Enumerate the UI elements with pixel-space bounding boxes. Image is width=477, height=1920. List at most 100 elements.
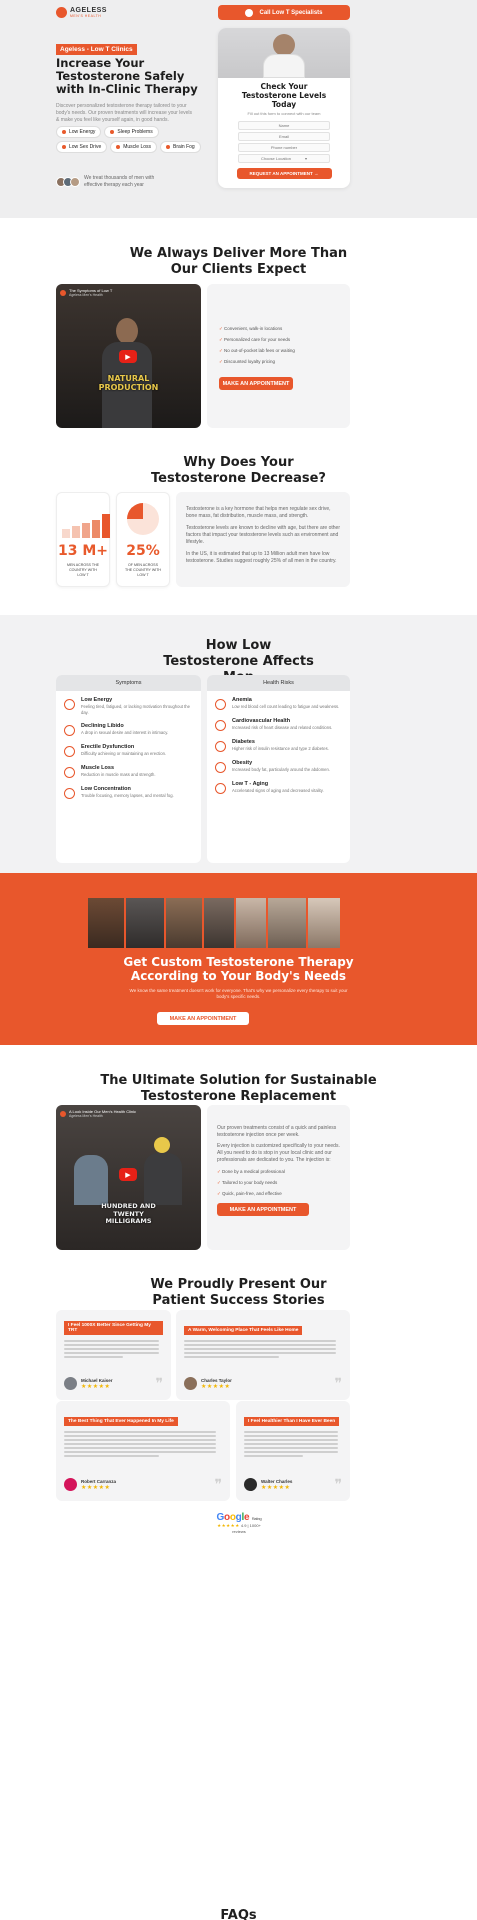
reviewer-name: Walter Charles bbox=[261, 1478, 293, 1484]
play-button[interactable]: ▶ bbox=[119, 350, 137, 363]
video-caption: NATURAL PRODUCTION bbox=[98, 374, 159, 392]
clinic-photo bbox=[308, 898, 340, 948]
deliver-title: We Always Deliver More Than Our Clients … bbox=[129, 246, 348, 277]
brand-logo[interactable]: AGELESS MEN'S HEALTH bbox=[56, 7, 107, 18]
google-logo: Google Rating bbox=[216, 1512, 262, 1523]
social-proof-text: We treat thousands of men with effective… bbox=[84, 175, 155, 188]
story-headline: A Warm, Welcoming Place That Feels Like … bbox=[184, 1326, 303, 1335]
symptom-item: Low Concentration Trouble focusing, memor… bbox=[64, 786, 193, 799]
clinic-photo bbox=[88, 898, 124, 948]
ultimate-video[interactable]: A Look Inside Our Men's Health Clinic Ag… bbox=[56, 1105, 201, 1250]
quote-icon: ❞ bbox=[155, 1375, 163, 1391]
avatar-group bbox=[56, 177, 80, 187]
call-button-label: Call Low T Specialists bbox=[259, 9, 323, 16]
why-paragraph-1: Testosterone is a key hormone that helps… bbox=[186, 506, 331, 519]
avatar bbox=[244, 1478, 257, 1491]
symptom-icon bbox=[64, 746, 75, 757]
deliver-cta-button[interactable]: MAKE AN APPOINTMENT bbox=[219, 377, 293, 390]
stories-section: We Proudly Present Our Patient Success S… bbox=[0, 1260, 477, 1545]
item-description: Reduction in muscle mass and strength. bbox=[81, 772, 156, 777]
risk-item: Obesity Increased body fat, particularly … bbox=[215, 760, 342, 773]
stat-1-value: 13 M+ bbox=[57, 543, 109, 559]
story-body bbox=[64, 1340, 163, 1358]
symptoms-header: Symptoms bbox=[56, 675, 201, 691]
ultimate-check-item: ✓ Tailored to your body needs bbox=[217, 1180, 278, 1185]
ultimate-intro: Our proven treatments consist of a quick… bbox=[217, 1125, 337, 1138]
why-paragraph-3: In the US, it is estimated that up to 13… bbox=[186, 551, 337, 564]
item-description: Difficulty achieving or maintaining an e… bbox=[81, 751, 167, 756]
hero-section: AGELESS MEN'S HEALTH Call Low T Speciali… bbox=[0, 0, 477, 218]
affects-section: How Low Testosterone Affects Men Symptom… bbox=[0, 615, 477, 873]
avatar bbox=[64, 1377, 77, 1390]
item-description: Trouble focusing, memory lapses, and men… bbox=[81, 793, 174, 798]
benefit-item: ✓ Personalized care for your needs bbox=[219, 337, 291, 342]
call-button[interactable]: Call Low T Specialists bbox=[218, 5, 350, 20]
chip-muscle: Muscle Loss bbox=[110, 141, 158, 153]
quote-icon: ❞ bbox=[334, 1375, 342, 1391]
form-hero-image bbox=[218, 28, 350, 78]
item-name: Diabetes bbox=[232, 739, 255, 745]
benefit-item: ✓ Discounted loyalty pricing bbox=[219, 359, 276, 364]
item-name: Declining Libido bbox=[81, 723, 124, 729]
chevron-down-icon: ▾ bbox=[305, 156, 308, 161]
story-headline: The Best Thing That Ever Happened In My … bbox=[64, 1417, 178, 1426]
avatar bbox=[184, 1377, 197, 1390]
item-description: Higher risk of insulin resistance and ty… bbox=[232, 746, 329, 751]
risk-item: Low T - Aging Accelerated signs of aging … bbox=[215, 781, 342, 794]
google-rating[interactable]: Google Rating ★★★★★ 4.9 | 1000+ reviews bbox=[210, 1512, 268, 1534]
clinic-photo bbox=[236, 898, 266, 948]
benefit-list: ✓ Convenient, walk-in locations ✓ Person… bbox=[219, 326, 295, 370]
hero-title: Increase Your Testosterone Safely with I… bbox=[56, 56, 198, 96]
item-name: Cardiovascular Health bbox=[232, 718, 291, 724]
submit-button[interactable]: REQUEST AN APPOINTMENT → bbox=[236, 168, 332, 179]
custom-cta-button[interactable]: MAKE AN APPOINTMENT bbox=[157, 1012, 249, 1025]
item-description: Accelerated signs of aging and decreased… bbox=[232, 788, 324, 793]
symptom-item: Muscle Loss Reduction in muscle mass and … bbox=[64, 765, 193, 778]
bar-graphic bbox=[62, 514, 110, 538]
play-button[interactable]: ▶ bbox=[119, 1168, 137, 1181]
clinic-photo bbox=[166, 898, 202, 948]
email-field[interactable] bbox=[238, 132, 330, 141]
ultimate-cta-button[interactable]: MAKE AN APPOINTMENT bbox=[217, 1203, 309, 1216]
deliver-video[interactable]: The Symptoms of Low T Ageless Men's Heal… bbox=[56, 284, 201, 428]
form-subtitle: Fill out this form to connect with our t… bbox=[247, 111, 321, 116]
video-caption: HUNDRED AND TWENTY MILLIGRAMS bbox=[101, 1202, 156, 1225]
risk-icon bbox=[215, 783, 226, 794]
deliver-benefits-card: ✓ Convenient, walk-in locations ✓ Person… bbox=[207, 284, 350, 428]
why-text-card: Testosterone is a key hormone that helps… bbox=[176, 492, 350, 587]
ultimate-intro-2: Every injection is customized specifical… bbox=[217, 1143, 340, 1163]
symptom-icon bbox=[64, 725, 75, 736]
rating-stars: ★★★★★ bbox=[217, 1523, 240, 1528]
reviewer-name: Robert Carranza bbox=[81, 1478, 117, 1484]
hero-badge: Ageless - Low T Clinics bbox=[56, 44, 137, 55]
risks-header: Health Risks bbox=[207, 675, 350, 691]
benefit-item: ✓ No out-of-pocket lab fees or waiting bbox=[219, 348, 295, 353]
story-body bbox=[184, 1340, 342, 1358]
symptom-icon bbox=[64, 699, 75, 710]
video-person bbox=[102, 318, 152, 428]
video-header: A Look Inside Our Men's Health Clinic Ag… bbox=[60, 1109, 136, 1118]
phone-field[interactable] bbox=[238, 143, 330, 152]
video-header: The Symptoms of Low T Ageless Men's Heal… bbox=[60, 288, 112, 297]
location-select[interactable]: Choose Location ▾ bbox=[238, 154, 330, 163]
symptom-icon bbox=[64, 788, 75, 799]
name-field[interactable] bbox=[238, 121, 330, 130]
faq-title: FAQs bbox=[220, 1908, 257, 1920]
phone-icon bbox=[245, 8, 254, 17]
item-name: Anemia bbox=[232, 697, 252, 703]
stat-1-label: MEN ACROSS THE COUNTRY WITH LOW T bbox=[66, 563, 100, 577]
avatar bbox=[64, 1478, 77, 1491]
symptoms-column: Symptoms Low Energy Feeling tired, fatigu… bbox=[56, 675, 201, 863]
why-paragraph-2: Testosterone levels are known to decline… bbox=[186, 525, 340, 545]
stories-title: We Proudly Present Our Patient Success S… bbox=[150, 1277, 327, 1308]
ultimate-check-item: ✓ Quick, pain-free, and effective bbox=[217, 1191, 282, 1196]
review-stars: ★★★★★ bbox=[261, 1484, 291, 1491]
story-card: A Warm, Welcoming Place That Feels Like … bbox=[176, 1310, 350, 1400]
quote-icon: ❞ bbox=[214, 1476, 222, 1492]
stat-card-1: 13 M+ MEN ACROSS THE COUNTRY WITH LOW T bbox=[56, 492, 110, 587]
stat-2-value: 25% bbox=[126, 543, 160, 559]
custom-section: Get Custom Testosterone Therapy Accordin… bbox=[0, 873, 477, 1045]
chip-low-energy: Low Energy bbox=[56, 126, 102, 138]
form-title: Check Your Testosterone Levels Today bbox=[241, 82, 327, 109]
hero-subtitle: Discover personalized testosterone thera… bbox=[56, 103, 193, 123]
